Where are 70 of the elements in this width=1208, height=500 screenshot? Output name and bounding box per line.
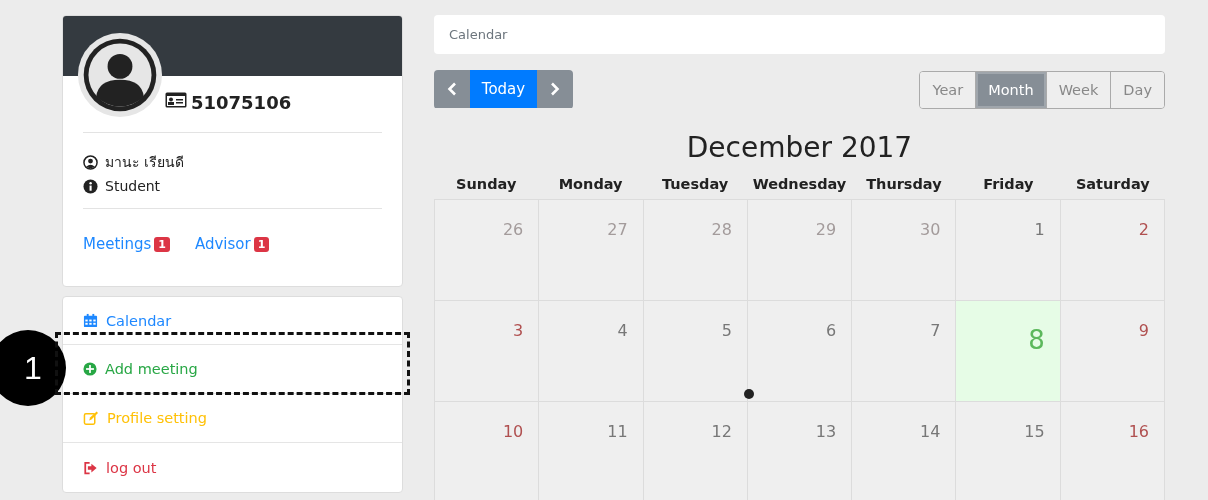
view-tab[interactable]: Month [975,72,1046,108]
chevron-right-icon [550,82,560,96]
day-number: 27 [607,220,628,239]
user-name: มานะ เรียนดี [105,153,185,172]
day-cell[interactable]: 27 [539,200,644,301]
weekday-header: Thursday [865,176,943,194]
day-number: 5 [721,321,732,340]
day-cell[interactable]: 7 [852,301,957,402]
day-number: 13 [815,422,837,441]
step-marker: 1 [0,330,66,406]
day-cell[interactable]: 8 [956,301,1061,402]
next-button[interactable] [537,70,573,108]
day-number: 4 [617,321,628,340]
day-number: 14 [920,422,941,441]
day-number: 28 [711,220,732,239]
weekday-header: Sunday [455,176,518,194]
day-number: 15 [1024,422,1045,441]
day-cell[interactable]: 30 [852,200,957,301]
count-badge: 1 [253,236,270,252]
weekday-header: Saturday [1074,176,1151,194]
day-cell[interactable]: 4 [539,301,644,402]
day-number: 10 [502,422,524,441]
view-tab[interactable]: Day [1110,72,1164,108]
day-cell[interactable]: 3 [435,301,540,402]
day-number: 8 [1028,325,1045,355]
day-number: 16 [1128,422,1149,441]
day-number: 6 [825,321,837,340]
profile-link[interactable]: Meetings [83,235,152,253]
user-icon [83,154,98,170]
day-number: 29 [815,220,837,239]
id-card-icon [165,92,187,108]
previous-button[interactable] [434,70,470,108]
day-cell[interactable]: 28 [643,200,748,301]
day-number: 7 [930,321,941,340]
count-badge: 1 [154,236,170,252]
day-number: 9 [1138,321,1149,340]
weekday-header: Tuesday [660,176,730,194]
day-cell[interactable]: 1 [956,200,1061,301]
month-title: December 2017 [685,131,914,166]
day-cell[interactable]: 5 [643,301,748,402]
weekday-header: Friday [982,176,1035,194]
day-cell[interactable]: 2 [1060,200,1165,301]
day-number: 11 [607,422,628,441]
day-number: 3 [513,321,524,340]
event-dot[interactable] [743,389,754,399]
sidebar-item[interactable]: log out [63,443,402,492]
day-cell[interactable]: 26 [435,200,540,301]
student-id: 51075106 [191,92,292,113]
chevron-left-icon [447,82,457,96]
day-number: 2 [1138,220,1149,239]
day-number: 12 [711,422,732,441]
day-number: 30 [920,220,941,239]
logout-icon [83,460,98,475]
day-number: 1 [1034,220,1045,239]
day-cell[interactable]: 6 [747,301,853,402]
calendar-icon [83,313,98,328]
today-button[interactable]: Today [470,70,537,108]
profile-link[interactable]: Advisor [194,235,251,253]
breadcrumb-item: Calendar [449,27,508,42]
weekday-header: Monday [557,176,624,194]
day-number: 26 [502,220,524,239]
plus-circle-icon [83,362,97,376]
day-cell[interactable]: 9 [1060,301,1165,402]
avatar-icon [77,32,163,118]
user-role: Student [105,178,161,194]
weekday-header: Wednesday [751,176,848,194]
day-cell[interactable]: 29 [747,200,853,301]
edit-icon [83,410,99,426]
info-icon [83,178,98,194]
sidebar-item[interactable]: Calendar [63,297,402,345]
